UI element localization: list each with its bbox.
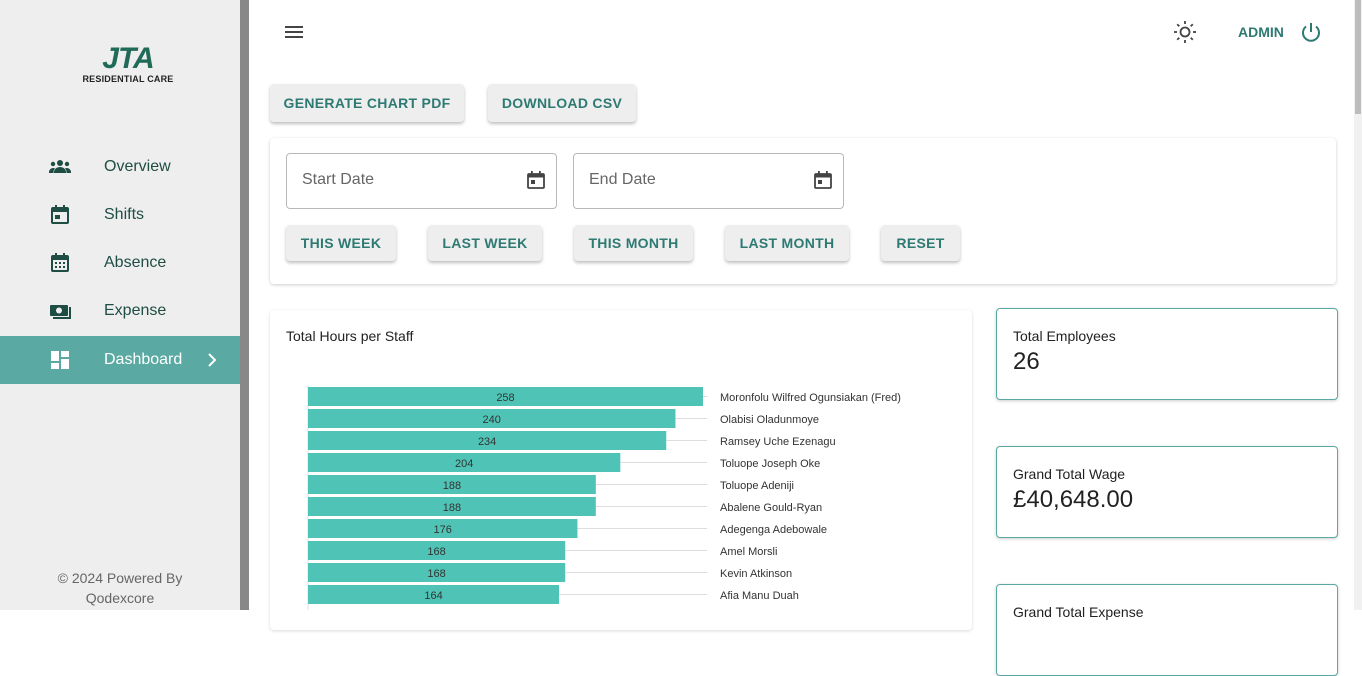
stat-label: Grand Total Wage [1013,466,1126,482]
bar-value-label: 234 [478,436,496,448]
sidebar: JTA RESIDENTIAL CARE Overview Shifts Abs… [0,0,240,610]
stat-value: 26 [1013,348,1040,375]
grand-total-wage-card: Grand Total Wage £40,648.00 [996,446,1338,538]
end-date-field[interactable] [573,153,844,209]
category-label: Amel Morsli [720,546,777,558]
sidebar-item-dashboard[interactable]: Dashboard [0,336,240,384]
stat-value: £40,648.00 [1013,486,1134,513]
sidebar-item-label: Shifts [104,206,145,223]
page-scrollbar-thumb[interactable] [1355,0,1361,114]
category-label: Toluope Joseph Oke [720,458,820,470]
logo-subtext: RESIDENTIAL CARE [82,74,174,84]
chevron-right-icon [204,352,220,368]
calendar-icon[interactable] [813,170,833,190]
end-date-input[interactable] [587,170,791,190]
footer: © 2024 Powered By Qodexcore [0,568,240,608]
category-label: Abalene Gould-Ryan [720,502,822,514]
bar-value-label: 176 [434,524,452,536]
bar-value-label: 168 [427,546,445,558]
menu-icon[interactable] [282,20,306,44]
bar-value-label: 188 [443,480,461,492]
brand-logo: JTA RESIDENTIAL CARE [78,44,178,86]
category-label: Olabisi Oladunmoye [720,414,819,426]
start-date-field[interactable] [286,153,557,209]
sidebar-item-shifts[interactable]: Shifts [0,191,240,239]
last-month-button[interactable]: LAST MONTH [725,225,849,261]
calendar-month-icon [48,251,72,275]
stat-label: Total Employees [1013,328,1116,344]
power-icon[interactable] [1299,20,1323,44]
grand-total-expense-card: Grand Total Expense [996,584,1338,676]
dashboard-icon [48,348,72,372]
calendar-icon[interactable] [526,170,546,190]
category-label: Adegenga Adebowale [720,524,827,536]
sidebar-item-label: Expense [104,302,167,319]
bar-value-label: 188 [443,502,461,514]
bar-value-label: 258 [496,392,514,404]
category-label: Toluope Adeniji [720,480,794,492]
sidebar-item-label: Absence [104,254,167,271]
category-label: Afia Manu Duah [720,590,799,602]
category-label: Kevin Atkinson [720,568,792,580]
sidebar-item-expense[interactable]: Expense [0,287,240,335]
sidebar-item-label: Dashboard [104,351,183,368]
footer-line: © 2024 Powered By [57,570,183,586]
category-label: Ramsey Uche Ezenagu [720,436,836,448]
chart-title: Total Hours per Staff [286,328,414,344]
logo-text: JTA [102,42,154,75]
theme-toggle-icon[interactable] [1173,20,1197,44]
bar-value-label: 164 [424,590,442,602]
hours-bar-chart: 258 Moronfolu Wilfred Ogunsiakan (Fred) 24… [307,385,901,610]
calendar-event-icon [48,203,72,227]
stat-label: Grand Total Expense [1013,604,1144,620]
money-icon [48,299,72,323]
sidebar-scrollbar[interactable] [240,0,249,610]
last-week-button[interactable]: LAST WEEK [428,225,542,261]
generate-chart-pdf-button[interactable]: GENERATE CHART PDF [270,84,464,122]
sidebar-item-overview[interactable]: Overview [0,143,240,191]
bar-value-label: 168 [427,568,445,580]
footer-line: Qodexcore [85,590,155,606]
reset-button[interactable]: RESET [881,225,960,261]
this-month-button[interactable]: THIS MONTH [574,225,693,261]
sidebar-item-label: Overview [104,158,171,175]
people-icon [48,155,72,179]
category-label: Moronfolu Wilfred Ogunsiakan (Fred) [720,392,901,404]
download-csv-button[interactable]: DOWNLOAD CSV [488,84,636,122]
total-employees-card: Total Employees 26 [996,308,1338,400]
bar-value-label: 204 [455,458,473,470]
bar-value-label: 240 [483,414,501,426]
sidebar-item-absence[interactable]: Absence [0,239,240,287]
this-week-button[interactable]: THIS WEEK [286,225,396,261]
start-date-input[interactable] [300,170,504,190]
user-label[interactable]: ADMIN [1238,24,1284,40]
